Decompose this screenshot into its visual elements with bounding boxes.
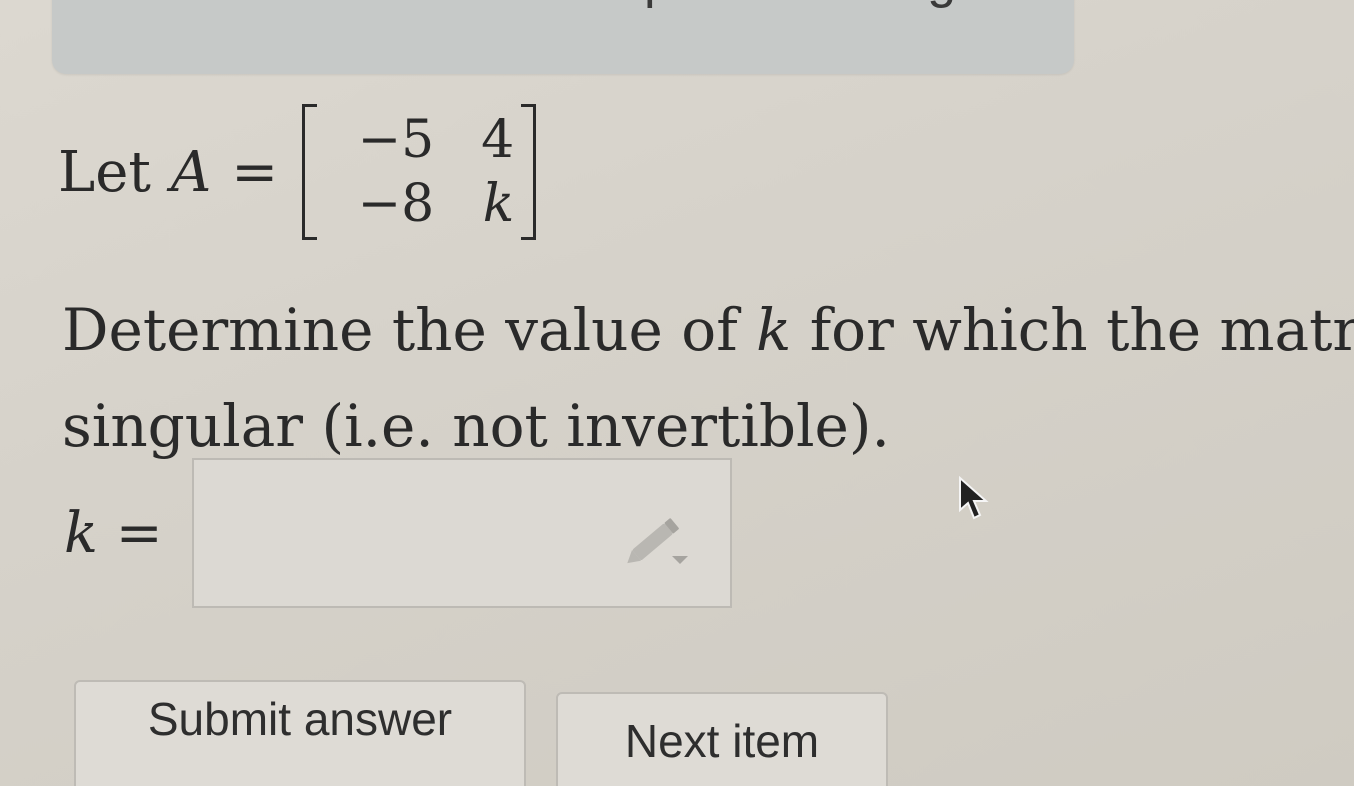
answer-input[interactable]: [204, 470, 608, 600]
matrix-cell-2-2: k: [482, 174, 515, 234]
question-line-1-pre: Determine the value of: [62, 296, 757, 364]
next-item-button[interactable]: Next item: [556, 692, 888, 786]
question-variable: k: [756, 296, 792, 364]
matrix-cell-1-2: 4: [481, 110, 515, 170]
answer-row: k =: [64, 458, 732, 608]
let-word: Let: [58, 139, 151, 205]
question-line-1-post: for which the matri: [791, 296, 1354, 364]
matrix-a: −5 4 −8 k: [302, 104, 537, 240]
answer-label: k =: [64, 501, 190, 566]
mouse-cursor-icon: [959, 476, 989, 520]
matrix-cell-1-1: −5: [357, 110, 435, 170]
matrix-cell-2-1: −8: [357, 174, 435, 234]
matrix-name: A: [170, 139, 212, 205]
pencil-icon[interactable]: [624, 512, 704, 572]
question-line-1: Determine the value of k for which the m…: [62, 282, 1354, 378]
answer-field[interactable]: [192, 458, 732, 608]
attempts-banner: …pts remaining.: [52, 0, 1074, 74]
attempts-text: …pts remaining.: [592, 0, 971, 10]
matrix-definition: Let A = −5 4 −8 k: [58, 82, 537, 262]
equals-sign: =: [231, 139, 279, 205]
answer-variable: k: [64, 500, 98, 566]
answer-equals: =: [97, 500, 163, 566]
submit-answer-button[interactable]: Submit answer: [74, 680, 526, 786]
question-text: Determine the value of k for which the m…: [62, 282, 1354, 474]
